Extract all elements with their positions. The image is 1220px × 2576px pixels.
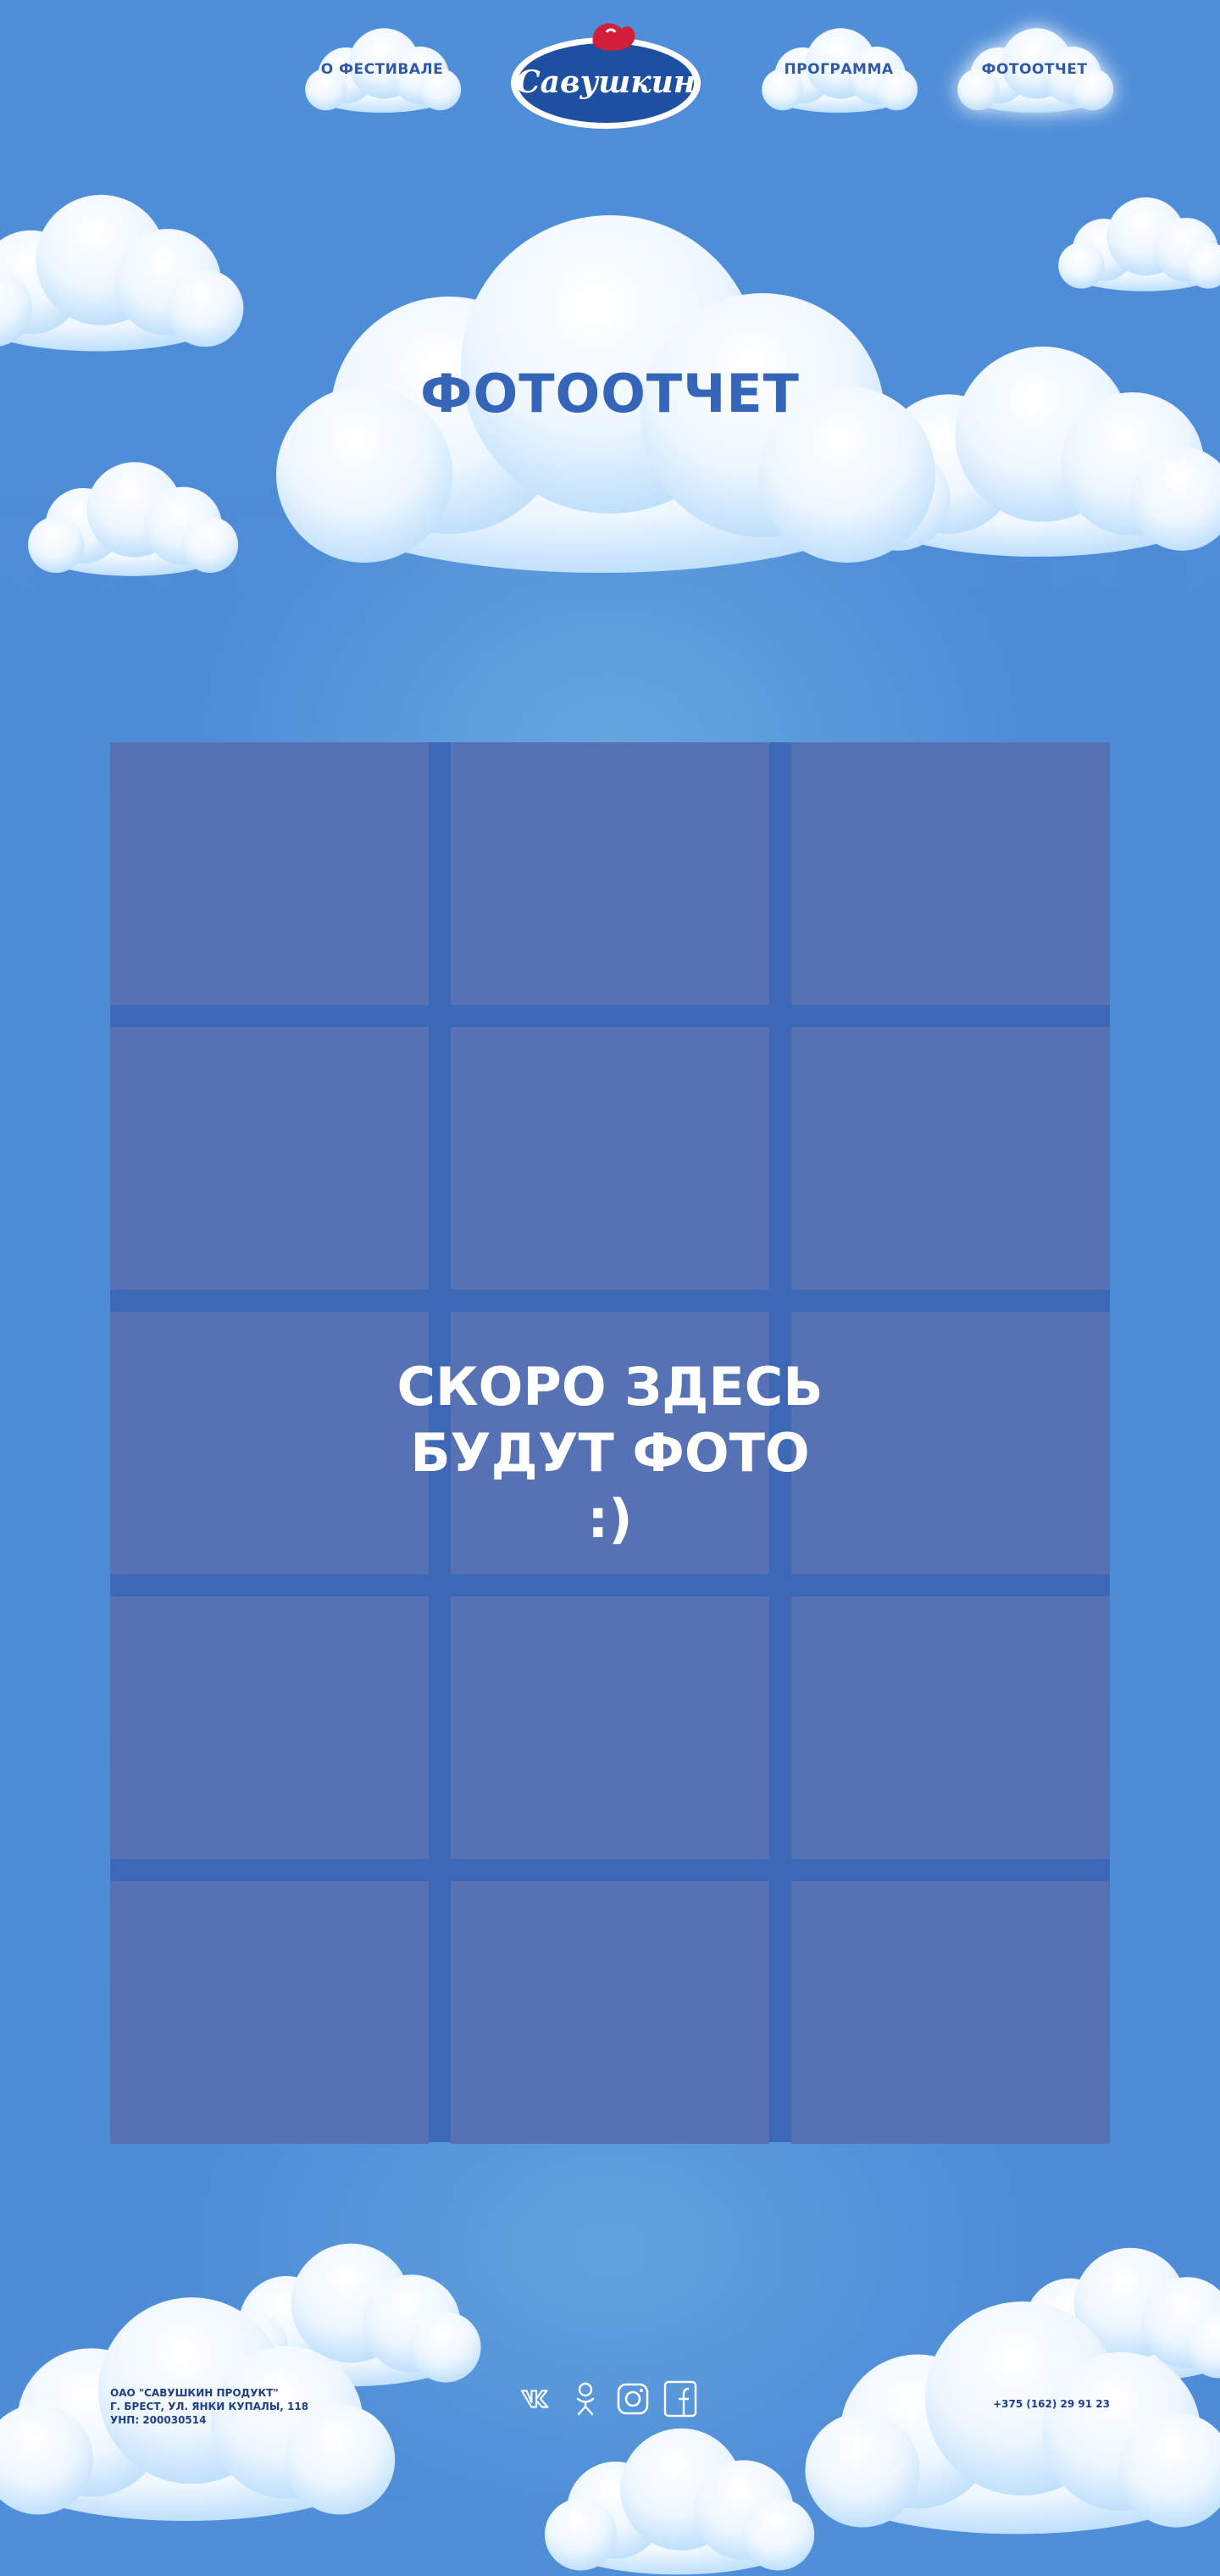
- instagram-icon: [617, 2383, 649, 2415]
- photo-placeholder-cell: [110, 742, 429, 1005]
- photo-placeholder-cell: [110, 1596, 429, 1859]
- nav-photos-link[interactable]: ФОТООТЧЕТ: [954, 25, 1115, 114]
- footer-company: ОАО "САВУШКИН ПРОДУКТ": [110, 2387, 279, 2399]
- facebook-link[interactable]: [663, 2380, 698, 2418]
- photo-placeholder-cell: [791, 742, 1110, 1005]
- logo-text: Савушкин: [515, 64, 696, 100]
- footer-phone: +375 (162) 29 91 23: [993, 2398, 1110, 2410]
- photo-placeholder-cell: [451, 1596, 769, 1859]
- nav-program-label: ПРОГРАММА: [784, 61, 894, 78]
- footer-street: Г. БРЕСТ, УЛ. ЯНКИ КУПАЛЫ, 118: [110, 2401, 309, 2412]
- cloud-decoration: [525, 2423, 830, 2576]
- footer-unp: УНП: 200030514: [110, 2414, 207, 2426]
- footer-address: ОАО "САВУШКИН ПРОДУКТ" Г. БРЕСТ, УЛ. ЯНК…: [110, 2386, 308, 2427]
- instagram-link[interactable]: [615, 2381, 651, 2417]
- odnoklassniki-icon: [576, 2382, 595, 2416]
- nav-photos-label: ФОТООТЧЕТ: [981, 61, 1088, 78]
- vk-icon: [520, 2390, 549, 2408]
- cloud-decoration: [0, 144, 246, 398]
- nav-program-link[interactable]: ПРОГРАММА: [758, 25, 919, 114]
- photo-placeholder-cell: [791, 1881, 1110, 2144]
- coming-soon-message: СКОРО ЗДЕСЬ БУДУТ ФОТО :): [396, 1356, 824, 1550]
- photo-placeholder-cell: [451, 742, 769, 1005]
- photo-placeholder-cell: [110, 1027, 429, 1290]
- cloud-decoration: [1055, 180, 1220, 307]
- photo-placeholder-cell: [791, 1596, 1110, 1859]
- page-title: ФОТООТЧЕТ: [420, 363, 800, 425]
- cloud-decoration: [796, 2288, 1220, 2542]
- savushkin-logo[interactable]: Савушкин: [508, 12, 703, 130]
- cloud-decoration: [24, 454, 240, 581]
- vk-link[interactable]: [520, 2381, 556, 2417]
- photo-placeholder-cell: [791, 1027, 1110, 1290]
- nav-about-link[interactable]: О ФЕСТИВАЛЕ: [302, 25, 463, 114]
- photo-placeholder-cell: [110, 1881, 429, 2144]
- social-links: [520, 2380, 698, 2418]
- photo-placeholder-cell: [451, 1027, 769, 1290]
- odnoklassniki-link[interactable]: [568, 2381, 603, 2417]
- facebook-icon: [663, 2380, 697, 2418]
- nav-about-label: О ФЕСТИВАЛЕ: [320, 61, 444, 78]
- photo-placeholder-cell: [451, 1881, 769, 2144]
